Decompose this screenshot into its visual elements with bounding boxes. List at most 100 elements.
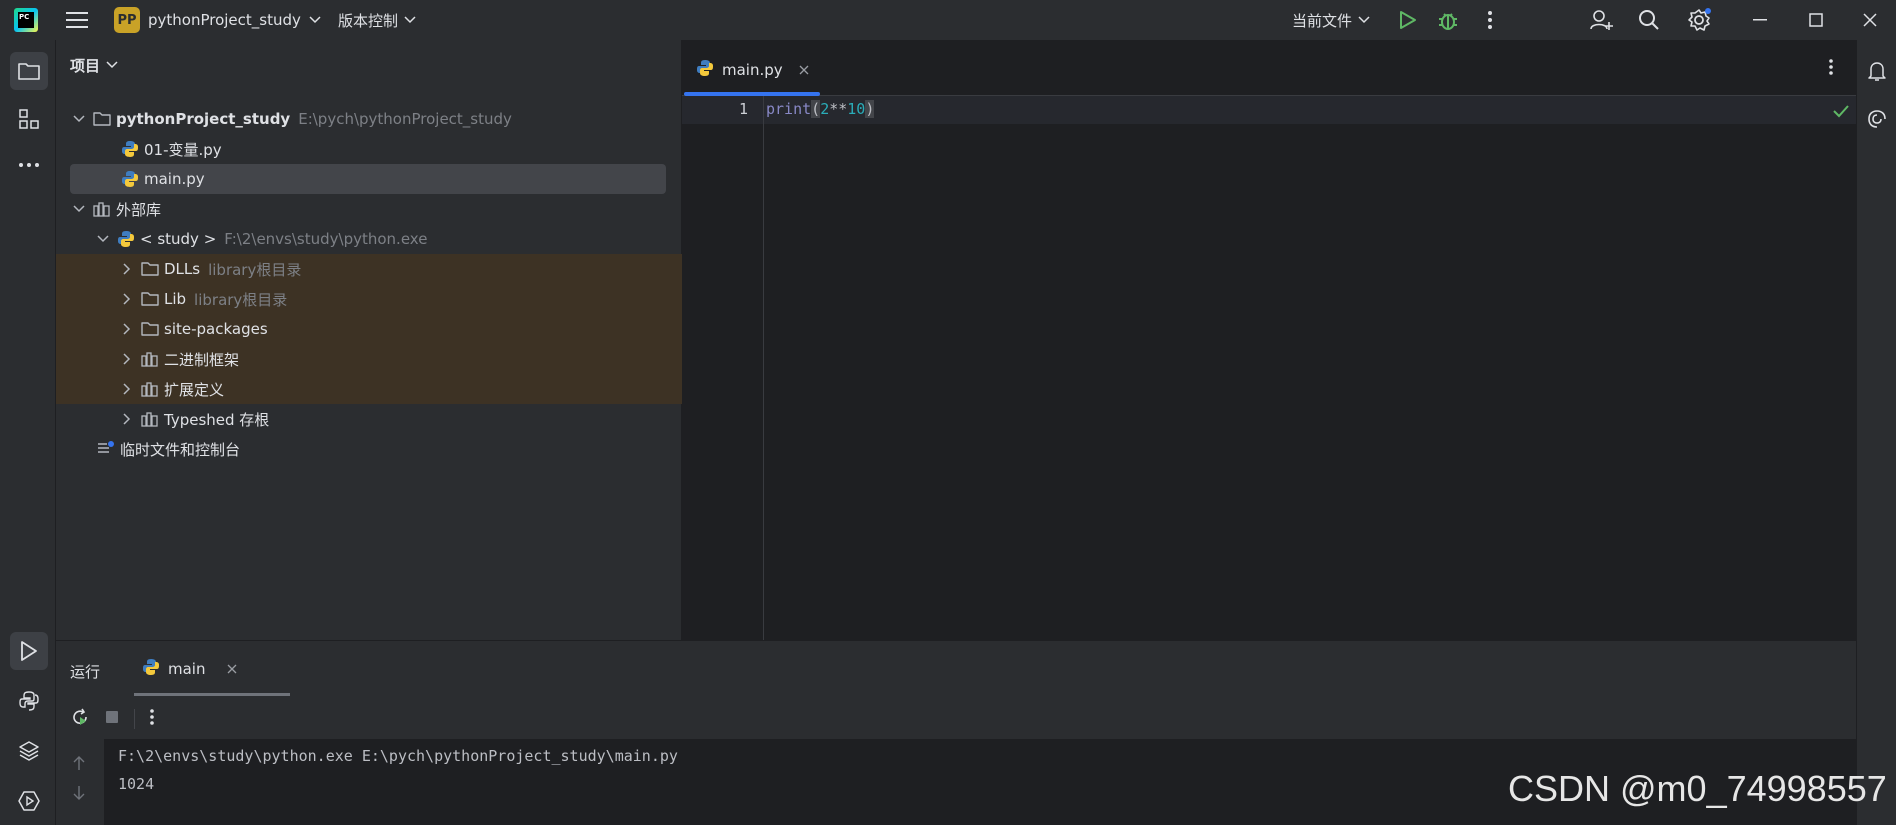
library-icon xyxy=(140,349,160,369)
tree-item-label: Lib xyxy=(164,290,187,308)
tree-item-scratches[interactable]: 临时文件和控制台 xyxy=(56,434,682,464)
tree-item-label: 临时文件和控制台 xyxy=(120,440,241,459)
settings-gear-icon[interactable] xyxy=(1686,8,1712,32)
title-bar: PC PP pythonProject_study 版本控制 当前文件 xyxy=(0,0,1896,40)
library-icon xyxy=(140,409,160,429)
search-icon[interactable] xyxy=(1636,8,1662,32)
line-number: 1 xyxy=(738,100,748,118)
console-line: F:\2\envs\study\python.exe E:\pych\pytho… xyxy=(118,747,678,765)
vcs-menu[interactable]: 版本控制 xyxy=(338,6,416,34)
tree-item-external-libraries[interactable]: 外部库 xyxy=(56,194,682,224)
tab-actions-more-icon[interactable] xyxy=(1828,58,1848,78)
folder-icon xyxy=(140,319,160,339)
scroll-up-arrow-icon[interactable] xyxy=(72,755,86,775)
tree-item-label: Typeshed 存根 xyxy=(164,410,270,429)
soft-wrap-icon[interactable] xyxy=(72,815,86,825)
project-switcher[interactable]: PP pythonProject_study xyxy=(114,6,321,34)
editor-tab-main-py[interactable]: main.py xyxy=(684,52,821,88)
tree-item-file-selected[interactable]: main.py xyxy=(70,164,666,194)
project-name: pythonProject_study xyxy=(148,11,301,29)
code-line[interactable]: print(2**10) xyxy=(766,100,875,118)
code-number: 2 xyxy=(820,100,830,118)
ai-assistant-icon[interactable] xyxy=(1861,100,1893,138)
debug-bug-icon[interactable] xyxy=(1436,8,1460,32)
tree-item-path: E:\pych\pythonProject_study xyxy=(298,110,512,128)
chevron-down-icon xyxy=(309,16,321,24)
tree-item-label: pythonProject_study xyxy=(116,110,291,128)
tree-item-label: main.py xyxy=(144,170,205,188)
folder-icon xyxy=(92,109,112,129)
tree-item-label: site-packages xyxy=(164,320,268,338)
close-tab-icon[interactable] xyxy=(227,660,237,678)
tree-item-library-group[interactable]: 二进制框架 xyxy=(56,344,682,374)
run-tool-icon[interactable] xyxy=(10,632,48,670)
tree-item-label: 二进制框架 xyxy=(164,350,240,369)
project-view-selector[interactable]: 项目 xyxy=(70,52,118,78)
chevron-right-icon[interactable] xyxy=(120,412,134,426)
tree-item-library-group[interactable]: 扩展定义 xyxy=(56,374,682,404)
tree-item-file[interactable]: 01-变量.py xyxy=(56,134,682,164)
code-operator: ** xyxy=(829,100,848,118)
more-tools-icon[interactable] xyxy=(10,146,48,184)
scroll-down-arrow-icon[interactable] xyxy=(72,785,86,805)
hamburger-menu-icon[interactable] xyxy=(64,8,90,32)
chevron-down-icon[interactable] xyxy=(72,112,86,126)
console-line: 1024 xyxy=(118,775,155,793)
active-run-tab-indicator xyxy=(134,693,290,696)
chevron-right-icon[interactable] xyxy=(120,322,134,336)
chevron-right-icon[interactable] xyxy=(120,352,134,366)
tree-item-label: DLLs xyxy=(164,260,201,278)
stop-icon[interactable] xyxy=(104,709,120,729)
more-vertical-icon[interactable] xyxy=(149,708,155,730)
python-packages-icon[interactable] xyxy=(10,732,48,770)
code-paren-close: ) xyxy=(865,100,875,118)
chevron-down-icon xyxy=(106,61,118,69)
python-console-icon[interactable] xyxy=(10,682,48,720)
run-tab-label: main xyxy=(168,660,206,678)
tree-item-hint: library根目录 xyxy=(194,290,288,309)
project-header-label: 项目 xyxy=(70,56,101,75)
tree-item-project-root[interactable]: pythonProject_study E:\pych\pythonProjec… xyxy=(56,104,682,134)
python-file-icon xyxy=(120,169,140,189)
tree-item-hint: library根目录 xyxy=(208,260,302,279)
tree-item-library-folder[interactable]: Lib library根目录 xyxy=(56,284,682,314)
close-tab-icon[interactable] xyxy=(799,61,809,79)
folder-icon xyxy=(140,289,160,309)
tree-item-library-folder[interactable]: site-packages xyxy=(56,314,682,344)
chevron-down-icon xyxy=(1358,16,1370,24)
chevron-right-icon[interactable] xyxy=(120,382,134,396)
code-with-me-icon[interactable] xyxy=(1588,8,1614,32)
notifications-bell-icon[interactable] xyxy=(1861,52,1893,90)
inspection-ok-checkmark-icon[interactable] xyxy=(1832,104,1852,124)
python-file-icon xyxy=(120,139,140,159)
run-icon[interactable] xyxy=(1396,8,1420,32)
run-config-selector[interactable]: 当前文件 xyxy=(1292,6,1370,34)
structure-icon[interactable] xyxy=(10,100,48,138)
app-logo-text: PC xyxy=(18,12,34,28)
more-vertical-icon[interactable] xyxy=(1480,8,1500,32)
chevron-right-icon[interactable] xyxy=(120,262,134,276)
code-number: 10 xyxy=(847,100,866,118)
tree-item-interpreter[interactable]: < study > F:\2\envs\study\python.exe xyxy=(56,224,682,254)
pycharm-logo-icon[interactable]: PC xyxy=(14,8,38,32)
tree-item-library-group[interactable]: Typeshed 存根 xyxy=(56,404,682,434)
chevron-right-icon[interactable] xyxy=(120,292,134,306)
rerun-icon[interactable] xyxy=(70,707,90,731)
library-icon xyxy=(92,199,112,219)
run-tab-main[interactable]: main xyxy=(136,651,243,687)
maximize-window-icon[interactable] xyxy=(1796,8,1836,32)
run-toolbar xyxy=(56,699,1856,739)
python-interpreter-icon xyxy=(116,229,136,249)
services-icon[interactable] xyxy=(10,782,48,820)
tree-item-library-folder[interactable]: DLLs library根目录 xyxy=(56,254,682,284)
console-side-toolbar xyxy=(56,739,104,825)
project-panel: 项目 pythonProject_study E:\pych\pythonPro… xyxy=(56,40,682,640)
project-tool-folder-icon[interactable] xyxy=(10,52,48,90)
vcs-label: 版本控制 xyxy=(338,11,399,30)
chevron-down-icon[interactable] xyxy=(72,202,86,216)
editor-area[interactable]: main.py 1 print(2**10) xyxy=(682,40,1856,640)
chevron-down-icon[interactable] xyxy=(96,232,110,246)
close-window-icon[interactable] xyxy=(1850,8,1890,32)
library-icon xyxy=(140,379,160,399)
minimize-window-icon[interactable] xyxy=(1740,8,1780,32)
